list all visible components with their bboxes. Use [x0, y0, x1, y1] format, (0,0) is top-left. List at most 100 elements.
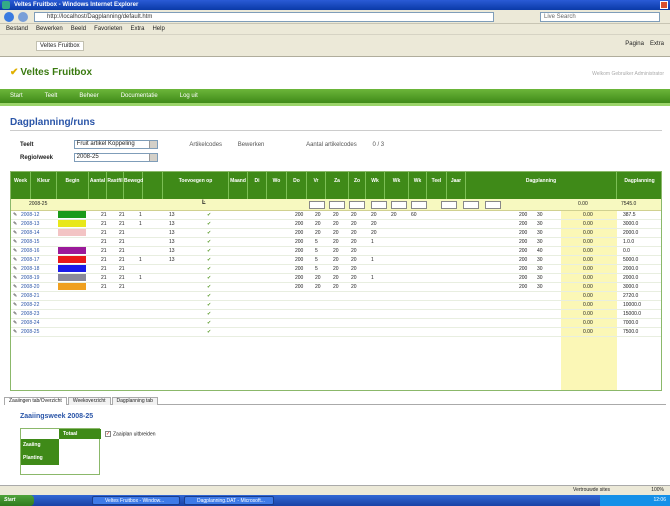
menu-item-5[interactable]: Help [152, 26, 164, 32]
filter-input[interactable] [309, 201, 325, 209]
filter-input[interactable] [391, 201, 407, 209]
browser-tab[interactable]: Veltes Fruitbox [36, 41, 84, 51]
grid-col-header[interactable]: Do [287, 172, 307, 199]
week-cell[interactable]: 2008-17 [21, 256, 39, 264]
tab-0[interactable]: Zaaiingen tab/Overzicht [4, 397, 67, 405]
week-cell[interactable]: 2008-23 [21, 310, 39, 318]
check-icon[interactable]: ✔ [207, 310, 211, 318]
table-row[interactable]: ✎ 2008-18 ✔ 21 21 200 5 20 20 200 30 0.00 2000.0 [11, 265, 661, 274]
table-row[interactable]: ✎ 2008-21 ✔ 0.00 2720.0 [11, 292, 661, 301]
table-row[interactable]: ✎ 2008-16 ✔ 21 21 13 200 5 20 20 200 40 0.00 0.0 [11, 247, 661, 256]
start-button[interactable]: Start [0, 495, 34, 506]
edit-icon[interactable]: ✎ [13, 292, 17, 300]
chevron-down-icon[interactable] [148, 154, 157, 161]
week-cell[interactable]: 2008-20 [21, 283, 39, 291]
filter-input[interactable] [441, 201, 457, 209]
grid-col-header[interactable]: Di [248, 172, 267, 199]
edit-icon[interactable]: ✎ [13, 220, 17, 228]
filter-input[interactable] [485, 201, 501, 209]
grid-col-header[interactable]: Za [326, 172, 349, 199]
check-icon[interactable]: ✔ [207, 319, 211, 327]
week-cell[interactable]: 2008-21 [21, 292, 39, 300]
grid-col-header[interactable]: Teel [427, 172, 447, 199]
filter-input[interactable] [349, 201, 365, 209]
nav-item-2[interactable]: Beheer [79, 93, 98, 99]
table-row[interactable]: ✎ 2008-24 ✔ 0.00 7000.0 [11, 319, 661, 328]
taskbar-item[interactable]: Dagplanning.DAT - Microsoft... [184, 496, 274, 505]
checkbox-icon[interactable]: ✓ [105, 431, 111, 437]
filter-input[interactable] [463, 201, 479, 209]
nav-item-4[interactable]: Log uit [180, 93, 198, 99]
grid-col-header[interactable]: Zo [349, 172, 366, 199]
table-row[interactable]: ✎ 2008-12 ✔ 21 21 1 13 200 20 20 20 20 20 60 200 30 0.00… [11, 211, 661, 220]
week-cell[interactable]: 2008-12 [21, 211, 39, 219]
grid-col-header[interactable]: Dagplanning [617, 172, 661, 199]
tab-2[interactable]: Dagplanning tab [111, 397, 158, 405]
check-icon[interactable]: ✔ [207, 292, 211, 300]
nav-item-1[interactable]: Teelt [45, 93, 58, 99]
edit-icon[interactable]: ✎ [13, 265, 17, 273]
edit-icon[interactable]: ✎ [13, 319, 17, 327]
filter-input[interactable] [411, 201, 427, 209]
grid-col-header[interactable]: Bewegd [124, 172, 143, 199]
table-row[interactable]: ✎ 2008-25 ✔ 0.00 7500.0 [11, 328, 661, 337]
edit-icon[interactable]: ✎ [13, 238, 17, 246]
grid-col-header[interactable]: Wk [366, 172, 385, 199]
back-icon[interactable] [4, 12, 14, 22]
grid-col-header[interactable]: Dagplanning [466, 172, 617, 199]
week-cell[interactable]: 2008-16 [21, 247, 39, 255]
filter-input[interactable] [371, 201, 387, 209]
check-icon[interactable]: ✔ [207, 220, 211, 228]
site-brand[interactable]: ✔ Veltes Fruitbox [10, 67, 92, 78]
regio-select[interactable]: 2008-25 [73, 153, 158, 162]
table-row[interactable]: ✎ 2008-13 ✔ 21 21 1 13 200 20 20 20 20 200 30 0.00 3000… [11, 220, 661, 229]
grid-col-header[interactable]: Maand [229, 172, 248, 199]
nav-item-0[interactable]: Start [10, 93, 23, 99]
edit-icon[interactable]: ✎ [13, 247, 17, 255]
taskbar-item[interactable]: Veltes Fruitbox - Window... [92, 496, 180, 505]
check-icon[interactable]: ✔ [207, 328, 211, 336]
week-cell[interactable]: 2008-25 [21, 328, 39, 336]
menu-item-0[interactable]: Bestand [6, 26, 28, 32]
menu-item-4[interactable]: Extra [130, 26, 144, 32]
check-icon[interactable]: ✔ [207, 274, 211, 282]
filter-input[interactable] [329, 201, 345, 209]
grid-col-header[interactable]: Vr [307, 172, 326, 199]
grid-col-header[interactable]: Toevoegen op [163, 172, 229, 199]
check-icon[interactable]: ✔ [207, 301, 211, 309]
table-row[interactable]: ✎ 2008-20 ✔ 21 21 200 20 20 20 200 30 0.00 3000.0 [11, 283, 661, 292]
table-row[interactable]: ✎ 2008-22 ✔ 0.00 10000.0 [11, 301, 661, 310]
browser-search-input[interactable]: Live Search [540, 12, 660, 22]
grid-col-header[interactable]: Aantal [89, 172, 107, 199]
table-row[interactable]: ✎ 2008-17 ✔ 21 21 1 13 200 5 20 20 1 200 30 0.00 5000.0 [11, 256, 661, 265]
grid-col-header[interactable]: Wk [385, 172, 409, 199]
grid-col-header[interactable]: Week [11, 172, 31, 199]
check-icon[interactable]: ✔ [207, 265, 211, 273]
week-cell[interactable]: 2008-15 [21, 238, 39, 246]
menu-item-3[interactable]: Favorieten [94, 26, 122, 32]
close-window-icon[interactable] [660, 1, 668, 9]
teelt-extra-value[interactable]: Bewerken [238, 142, 265, 148]
toolbar-item-1[interactable]: Extra [650, 41, 664, 47]
teelt-select[interactable]: Fruit artikel Koppeling [73, 140, 158, 149]
edit-icon[interactable]: ✎ [13, 283, 17, 291]
grid-col-header[interactable]: Wo [267, 172, 287, 199]
edit-icon[interactable]: ✎ [13, 211, 17, 219]
zoom-level[interactable]: 100% [651, 486, 664, 495]
week-cell[interactable]: 2008-24 [21, 319, 39, 327]
table-row[interactable]: ✎ 2008-14 ✔ 21 21 13 200 20 20 20 20 200 30 0.00 2000.… [11, 229, 661, 238]
edit-icon[interactable]: ✎ [13, 310, 17, 318]
zaai-checkbox[interactable]: ✓ Zaaiplan uitbreiden [105, 431, 156, 437]
check-icon[interactable]: ✔ [207, 247, 211, 255]
edit-icon[interactable]: ✎ [13, 256, 17, 264]
filter-go-icon[interactable]: Ŀ [202, 200, 206, 206]
check-icon[interactable]: ✔ [207, 238, 211, 246]
toolbar-item-0[interactable]: Pagina [625, 41, 644, 47]
menu-item-1[interactable]: Bewerken [36, 26, 63, 32]
table-row[interactable]: ✎ 2008-23 ✔ 0.00 15000.0 [11, 310, 661, 319]
grid-col-header[interactable] [143, 172, 163, 199]
tab-1[interactable]: Weekoverzicht [67, 397, 111, 405]
grid-col-header[interactable]: Kleur [31, 172, 57, 199]
week-cell[interactable]: 2008-19 [21, 274, 39, 282]
grid-col-header[interactable]: Begin [57, 172, 89, 199]
